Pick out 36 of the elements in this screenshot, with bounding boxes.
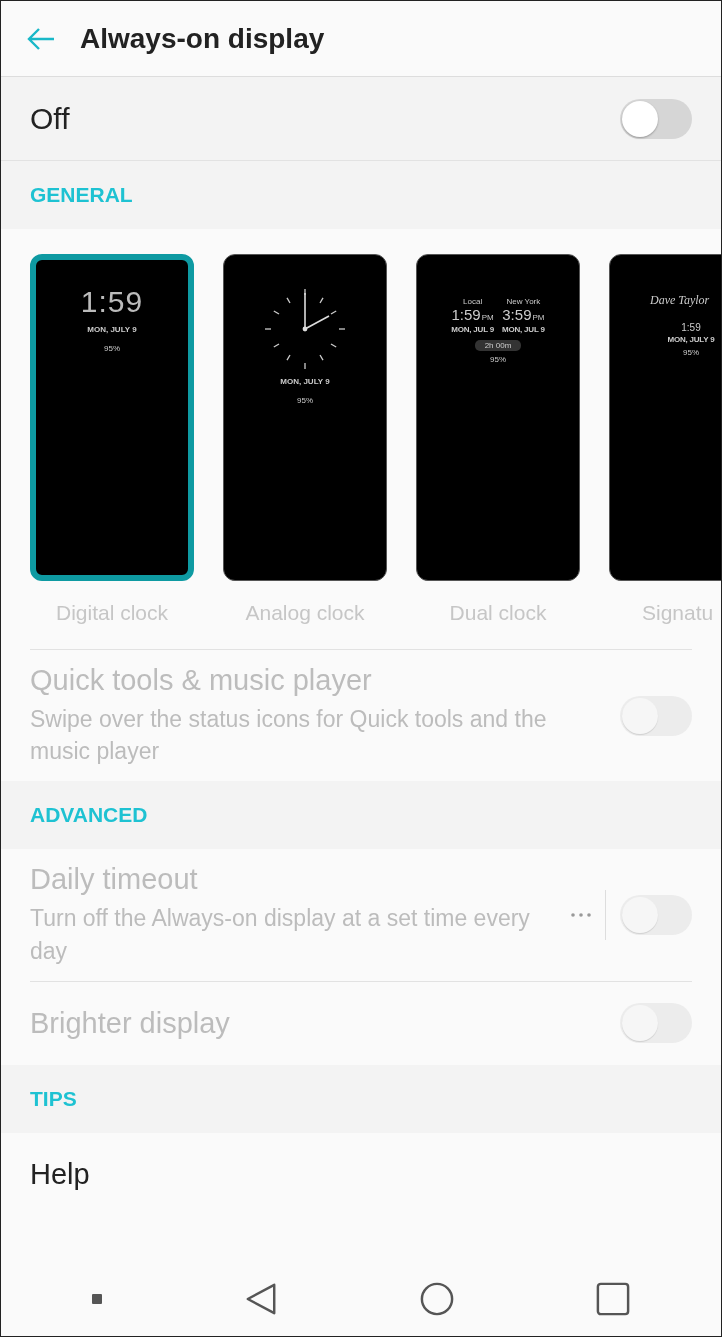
setting-description: Swipe over the status icons for Quick tools and the music player bbox=[30, 705, 548, 767]
city-label: Local bbox=[463, 297, 483, 306]
signature-text: Dave Taylor bbox=[650, 293, 710, 308]
master-label: Off bbox=[30, 101, 70, 136]
preview-battery: 95% bbox=[683, 348, 699, 357]
style-preview[interactable]: Dave Taylor 1:59 MON, JULY 9 95% bbox=[609, 254, 721, 581]
ampm-label: PM bbox=[532, 313, 545, 322]
recents-icon[interactable] bbox=[596, 1282, 630, 1316]
preview-time: 1:59 bbox=[451, 306, 481, 323]
preview-date: MON, JULY 9 bbox=[87, 325, 137, 334]
setting-title[interactable]: Help bbox=[30, 1158, 692, 1192]
preview-date: MON, JULY 9 bbox=[667, 335, 715, 344]
home-icon[interactable] bbox=[420, 1282, 454, 1316]
page-title: Always-on display bbox=[80, 22, 325, 55]
preview-date: MON, JUL 9 bbox=[502, 325, 545, 334]
style-preview[interactable]: Local 1:59 PM MON, JUL 9 New York 3:59 PM MON, JUL 9 2h 00m 95% bbox=[416, 254, 580, 581]
setting-description: Turn off the Always-on display at a set time every day bbox=[30, 904, 530, 966]
ampm-label: PM bbox=[481, 313, 494, 322]
time-difference: 2h 00m bbox=[474, 340, 522, 351]
preview-time: 1:59 bbox=[80, 285, 144, 319]
section-heading: ADVANCED bbox=[30, 803, 148, 828]
section-heading: GENERAL bbox=[30, 183, 133, 207]
preview-battery: 95% bbox=[490, 355, 506, 364]
preview-time: 3:59 bbox=[502, 306, 532, 323]
preview-battery: 95% bbox=[104, 344, 120, 353]
back-nav-icon[interactable] bbox=[244, 1282, 278, 1316]
style-preview[interactable]: MON, JULY 9 95% bbox=[223, 254, 387, 581]
preview-date: MON, JUL 9 bbox=[451, 325, 494, 334]
preview-date: MON, JULY 9 bbox=[280, 377, 330, 386]
back-icon[interactable] bbox=[26, 26, 56, 51]
toggle-switch[interactable] bbox=[620, 98, 692, 139]
style-preview[interactable]: 1:59 MON, JULY 9 95% bbox=[30, 254, 194, 581]
preview-battery: 95% bbox=[297, 396, 313, 405]
city-label: New York bbox=[506, 297, 541, 306]
section-heading: TIPS bbox=[30, 1086, 77, 1111]
preview-time: 1:59 bbox=[681, 322, 701, 333]
